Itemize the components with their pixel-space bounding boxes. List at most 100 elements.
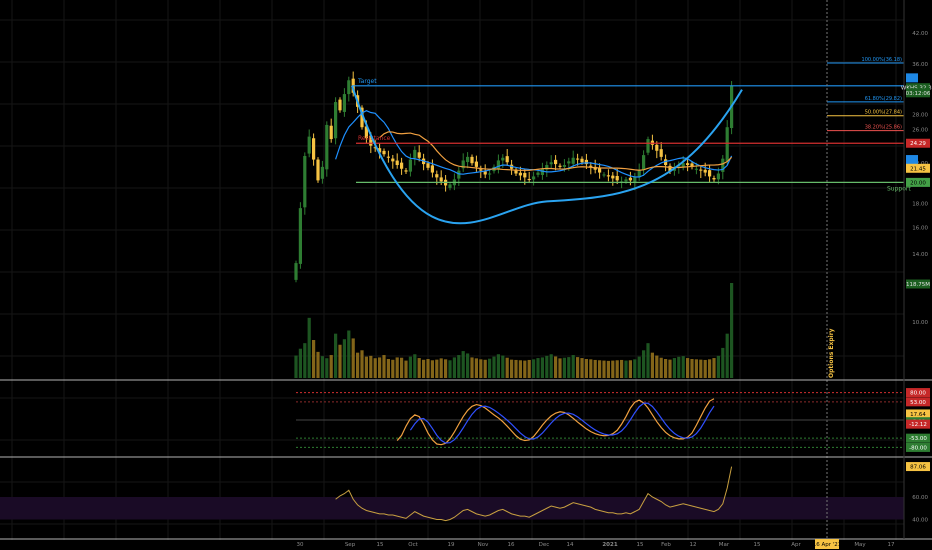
time-axis-tick: Apr (791, 542, 801, 548)
price-axis-tick: 28.00 (912, 113, 928, 119)
volume-bar (342, 339, 346, 378)
fib-label: 50.00%(27.84) (865, 110, 902, 116)
volume-bar (369, 355, 373, 378)
candle-body (532, 176, 536, 180)
volume-bar (479, 359, 483, 378)
price-axis-tick: 10.00 (912, 320, 928, 326)
volume-bar (382, 355, 386, 378)
support-price-tag: 20.00 (910, 180, 926, 186)
volume-bar (461, 351, 465, 378)
candle-body (294, 263, 298, 280)
candle-body (703, 169, 707, 173)
time-axis-tick: Feb (661, 542, 671, 548)
volume-bar (576, 357, 580, 378)
candle-body (558, 165, 562, 167)
volume-bar (452, 357, 456, 378)
volume-bar (646, 343, 650, 378)
volume-bar (514, 359, 518, 378)
volume-bar (483, 359, 487, 378)
volume-bar (611, 360, 615, 378)
volume-bar (527, 359, 531, 378)
price-axis-tick: 18.00 (912, 202, 928, 208)
price-axis-tick: 26.00 (912, 128, 928, 134)
volume-bar (562, 357, 566, 378)
candle-body (686, 163, 690, 166)
volume-bar (347, 330, 351, 378)
volume-bar (413, 354, 417, 378)
candle-body (404, 170, 408, 172)
candle-body (699, 169, 703, 171)
candle-body (505, 156, 509, 163)
time-axis-tick: 15 (754, 542, 761, 548)
volume-bar (642, 350, 646, 378)
time-axis-tick: Mar (719, 542, 730, 548)
volume-bar (690, 359, 694, 378)
candle-body (712, 178, 716, 180)
volume-bar (686, 358, 690, 378)
rsi-value-tag: 87.06 (910, 465, 926, 471)
candle-body (466, 156, 470, 163)
candle-body (716, 173, 720, 180)
volume-bar (448, 360, 452, 378)
time-axis-tick: 14 (567, 542, 574, 548)
volume-bar (422, 359, 426, 378)
candle-body (611, 175, 615, 179)
time-axis-tick: May (854, 542, 866, 548)
volume-bar (677, 356, 681, 378)
candle-body (527, 179, 531, 181)
candle-body (342, 94, 346, 112)
volume-bar (457, 355, 461, 378)
volume-bar (664, 359, 668, 378)
volume-bar (725, 333, 729, 378)
candle-body (562, 165, 566, 167)
candle-body (391, 158, 395, 162)
fib-label: 61.80%(29.82) (865, 96, 902, 102)
candle-body (316, 159, 320, 181)
fib-label: 100.00%(36.18) (862, 57, 903, 63)
candle-body (615, 175, 619, 181)
volume-bar (430, 360, 434, 378)
candle-body (549, 162, 553, 165)
candle-body (576, 158, 580, 160)
price-axis-tick: 16.00 (912, 225, 928, 231)
candle-body (708, 170, 712, 177)
volume-bar (536, 358, 540, 378)
candle-body (307, 136, 311, 154)
volume-bar (567, 357, 571, 378)
candle-body (312, 138, 316, 160)
volume-bar (470, 357, 474, 378)
volume-bar (672, 358, 676, 378)
volume-bar (532, 359, 536, 378)
volume-bar (307, 317, 311, 378)
candle-body (624, 179, 628, 182)
resistance-price-tag: 24.29 (910, 141, 926, 147)
volume-bar (523, 360, 527, 378)
candle-body (338, 99, 342, 111)
candle-body (470, 156, 474, 164)
volume-bar (329, 355, 333, 378)
candle-body (430, 165, 434, 173)
rsi-band (0, 497, 904, 520)
cci-axis-tag: 80.00 (910, 391, 926, 397)
volume-bar (558, 358, 562, 378)
volume-bar (510, 359, 514, 378)
volume-bar (518, 360, 522, 378)
candle-body (606, 175, 610, 177)
volume-bar (598, 360, 602, 378)
volume-bar (360, 350, 364, 378)
time-axis-tick: 30 (297, 542, 304, 548)
candle-body (329, 125, 333, 140)
time-axis-tick: 12 (690, 542, 697, 548)
time-axis-tick: 15 (377, 542, 384, 548)
cci-axis-tag: 17.64 (910, 412, 926, 418)
volume-bar (378, 357, 382, 378)
stock-chart[interactable]: TargetResistanceSupport 100.00%(36.18)61… (0, 0, 932, 550)
candle-body (642, 155, 646, 170)
candle-body (725, 127, 729, 162)
ma-fast-tag (906, 155, 918, 165)
volume-bar (316, 351, 320, 378)
volume-bar (694, 359, 698, 378)
volume-bar (435, 359, 439, 378)
volume-bar (584, 359, 588, 378)
volume-bar (408, 356, 412, 378)
